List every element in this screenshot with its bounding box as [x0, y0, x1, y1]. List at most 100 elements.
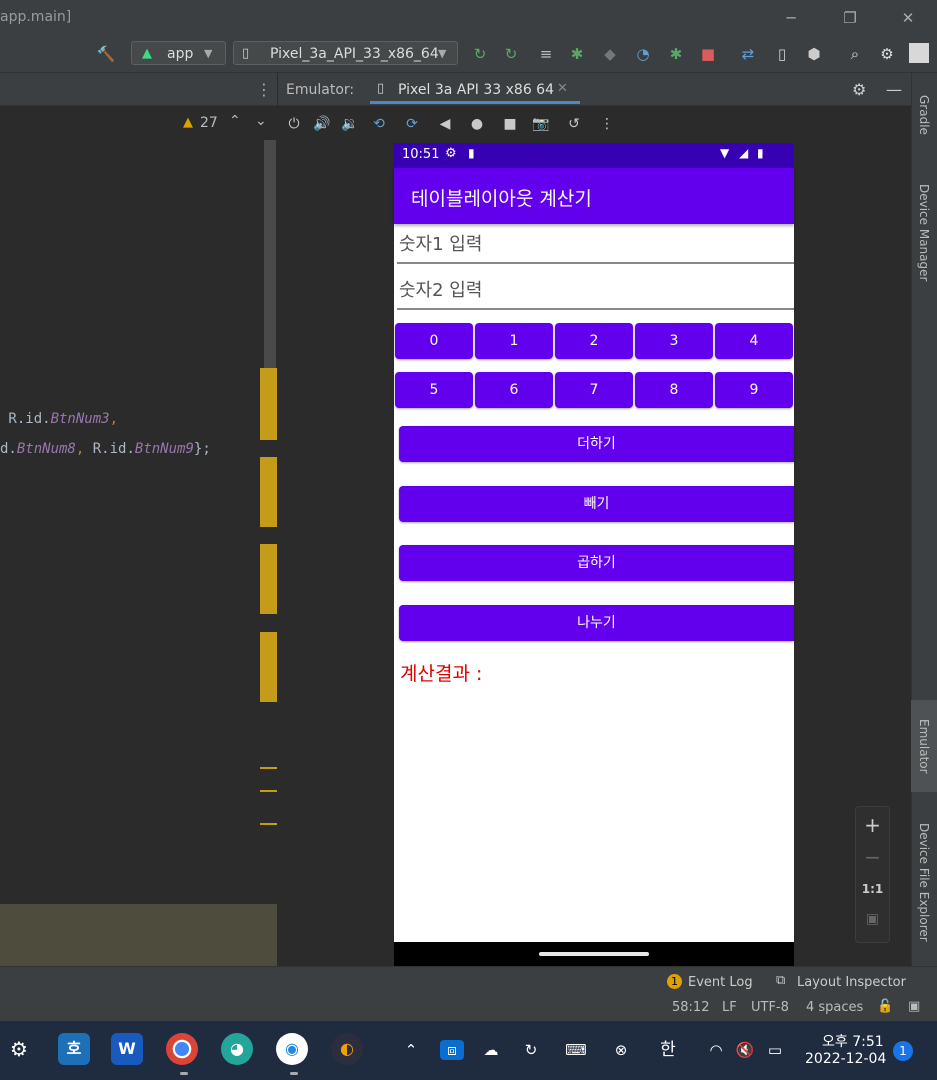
battery-icon[interactable]: ▭ [763, 1040, 787, 1060]
file-encoding[interactable]: UTF-8 [751, 1000, 789, 1015]
attach-debugger-icon[interactable]: ◆ [599, 44, 621, 64]
zoom-in-icon[interactable]: + [856, 813, 889, 837]
close-button[interactable]: ✕ [895, 6, 921, 30]
device-combo[interactable]: ▯ Pixel_3a_API_33_x86_64 ▼ [233, 41, 458, 65]
tab-gradle[interactable]: Gradle [911, 80, 937, 150]
digit-9-button[interactable]: 9 [715, 372, 793, 408]
tab-device-manager[interactable]: Device Manager [911, 170, 937, 295]
clock-time[interactable]: 오후 7:51 [822, 1031, 884, 1051]
power-icon[interactable]: ⏻ [284, 114, 304, 134]
previous-highlight-icon[interactable]: ⌃ [229, 113, 241, 129]
camera-icon[interactable]: 📷 [531, 114, 551, 134]
rotate-right-icon[interactable]: ⟳ [402, 114, 422, 134]
apply-code-changes-icon[interactable]: ↻ [500, 44, 522, 64]
snapshot-icon[interactable]: ↺ [564, 114, 584, 134]
back-icon[interactable]: ◀ [435, 114, 455, 134]
tray-app-icon[interactable]: ⧈ [440, 1040, 464, 1060]
rotate-left-icon[interactable]: ⟲ [369, 114, 389, 134]
layout-inspector-button[interactable]: Layout Inspector [797, 975, 906, 990]
zoom-fit-icon[interactable]: ▣ [856, 911, 889, 927]
word-icon[interactable]: W [111, 1033, 143, 1065]
event-log-badge: 1 [667, 974, 682, 989]
number1-input[interactable]: 숫자1 입력 [397, 228, 794, 264]
add-button[interactable]: 더하기 [399, 426, 794, 462]
debug-bug-icon[interactable]: ✱ [566, 44, 588, 64]
lock-icon[interactable]: 🔓 [877, 999, 893, 1014]
caret-position[interactable]: 58:12 [672, 1000, 709, 1015]
number2-input[interactable]: 숫자2 입력 [397, 274, 794, 310]
clock-date[interactable]: 2022-12-04 [805, 1051, 886, 1067]
onedrive-icon[interactable]: ☁ [479, 1040, 503, 1060]
sdk-manager-icon[interactable]: ⬢ [803, 44, 825, 64]
warning-icon[interactable]: ▲ [183, 115, 193, 130]
app-icon[interactable]: ◕ [221, 1033, 253, 1065]
notifications-icon[interactable]: ▣ [908, 999, 920, 1014]
eclipse-icon[interactable]: ◐ [331, 1033, 363, 1065]
hide-panel-icon[interactable]: — [886, 80, 902, 99]
sync-gradle-icon[interactable]: ⇄ [737, 44, 759, 64]
more-options-icon[interactable]: ⋮ [597, 114, 617, 134]
hancom-icon[interactable]: 호 [58, 1033, 90, 1065]
avatar[interactable] [909, 43, 929, 63]
home-gesture-pill[interactable] [539, 952, 649, 956]
status-time: 10:51 [402, 147, 440, 162]
digit-8-button[interactable]: 8 [635, 372, 713, 408]
apply-changes-restart-icon[interactable]: ↻ [469, 44, 491, 64]
android-studio-icon[interactable]: ◉ [276, 1033, 308, 1065]
restore-button[interactable]: ❐ [837, 6, 863, 30]
volume-muted-icon[interactable]: 🔇 [733, 1040, 757, 1060]
volume-down-icon[interactable]: 🔉 [340, 114, 360, 134]
digit-0-button[interactable]: 0 [395, 323, 473, 359]
run-config-icon[interactable]: ≡ [535, 44, 557, 64]
digit-5-button[interactable]: 5 [395, 372, 473, 408]
app-bar: 테이블레이아웃 계산기 [394, 168, 794, 224]
digit-4-button[interactable]: 4 [715, 323, 793, 359]
code-editor[interactable] [0, 73, 277, 966]
volume-up-icon[interactable]: 🔊 [312, 114, 332, 134]
editor-scrollbar-thumb[interactable] [264, 140, 276, 386]
indent-setting[interactable]: 4 spaces [806, 1000, 863, 1015]
notification-badge[interactable]: 1 [893, 1041, 913, 1061]
next-highlight-icon[interactable]: ⌄ [255, 113, 267, 129]
chevron-up-icon[interactable]: ⌃ [399, 1040, 423, 1060]
running-indicator [180, 1072, 188, 1075]
settings-gear-icon[interactable]: ⚙ [3, 1033, 35, 1065]
digit-3-button[interactable]: 3 [635, 323, 713, 359]
gear-icon[interactable]: ⚙ [852, 80, 866, 99]
minimize-button[interactable]: ─ [778, 6, 804, 30]
event-log-button[interactable]: Event Log [688, 975, 753, 990]
debug-attach-icon[interactable]: ✱ [665, 44, 687, 64]
device-manager-icon[interactable]: ▯ [771, 44, 793, 64]
close-tab-icon[interactable]: ✕ [557, 81, 568, 96]
digit-2-button[interactable]: 2 [555, 323, 633, 359]
tab-device-file-explorer[interactable]: Device File Explorer [911, 810, 937, 955]
profile-icon[interactable]: ◔ [632, 44, 654, 64]
close-circle-icon[interactable]: ⊗ [609, 1040, 633, 1060]
code-line-2: d.BtnNum8, R.id.BtnNum9}; [0, 441, 211, 457]
digit-6-button[interactable]: 6 [475, 372, 553, 408]
chrome-icon[interactable] [166, 1033, 198, 1065]
digit-1-button[interactable]: 1 [475, 323, 553, 359]
tab-emulator-device[interactable]: ▯ Pixel 3a API 33 x86 64 ✕ [370, 73, 580, 104]
keyboard-icon[interactable]: ⌨ [564, 1040, 588, 1060]
divide-button[interactable]: 나누기 [399, 605, 794, 641]
module-combo[interactable]: ▲ app ▼ [131, 41, 226, 65]
multiply-button[interactable]: 곱하기 [399, 545, 794, 581]
digit-7-button[interactable]: 7 [555, 372, 633, 408]
zoom-out-icon[interactable]: − [856, 845, 889, 869]
line-separator[interactable]: LF [722, 1000, 737, 1015]
subtract-button[interactable]: 빼기 [399, 486, 794, 522]
zoom-actual-size[interactable]: 1:1 [856, 882, 889, 896]
search-icon[interactable]: ⌕ [844, 44, 866, 64]
tab-emulator[interactable]: Emulator [911, 700, 937, 792]
android-icon: ▲ [142, 46, 152, 61]
ime-indicator[interactable]: 한 [656, 1040, 680, 1060]
build-hammer-icon[interactable]: 🔨 [95, 44, 117, 64]
wifi-icon[interactable]: ◠ [704, 1040, 728, 1060]
sync-icon[interactable]: ↻ [519, 1040, 543, 1060]
more-options-icon[interactable]: ⋮ [256, 80, 272, 99]
overview-icon[interactable]: ■ [500, 114, 520, 134]
stop-icon[interactable]: ■ [697, 44, 719, 64]
home-icon[interactable]: ● [467, 114, 487, 134]
gear-icon[interactable]: ⚙ [876, 44, 898, 64]
